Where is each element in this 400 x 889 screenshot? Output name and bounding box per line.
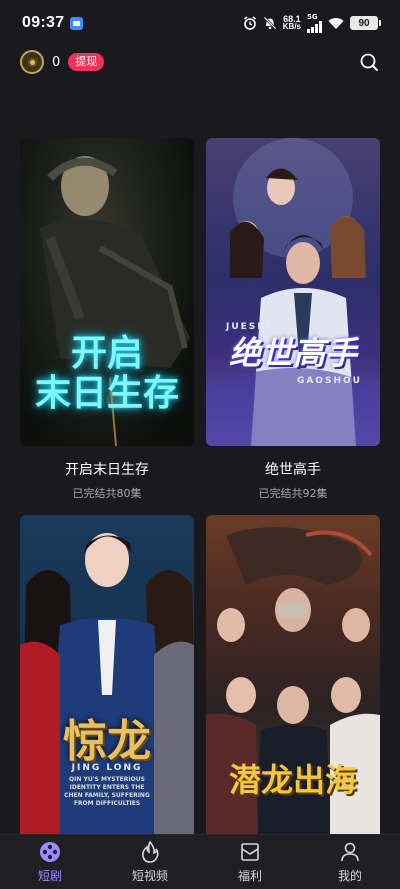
poster-tagline-line: FROM DIFFICULTIES: [73, 800, 141, 807]
nav-item-mine[interactable]: 我的: [300, 835, 400, 889]
nav-label: 我的: [337, 869, 362, 883]
nav-label: 短视频: [131, 869, 168, 883]
notification-app-icon: [70, 16, 84, 30]
poster-logo: 潜龙出海: [206, 755, 380, 801]
person-icon: [341, 842, 359, 862]
drama-title: 开启末日生存: [65, 462, 149, 478]
poster-tagline-line: QIN YU'S MYSTERIOUS: [69, 776, 145, 783]
nav-label: 短剧: [37, 869, 62, 883]
flame-icon: [142, 840, 159, 863]
signal-label: 5G: [307, 13, 318, 21]
drama-episodes: 已完结共92集: [258, 487, 328, 500]
search-icon: [360, 53, 378, 71]
mute-bell-icon: [263, 16, 277, 30]
search-button[interactable]: [358, 51, 380, 73]
poster-logo-char: 海: [325, 761, 358, 799]
status-time: 09:37: [22, 14, 65, 31]
drama-card[interactable]: 潜龙出海: [206, 515, 380, 835]
cellular-signal: 5G: [307, 13, 322, 33]
poster-logo-char: 出: [293, 761, 326, 799]
poster-tagline-line: CHEN FAMILY, SUFFERING: [64, 792, 150, 799]
nav-item-welfare[interactable]: 福利: [200, 835, 300, 889]
drama-card[interactable]: 惊龙 JING LONG QIN YU'S MYSTERIOUS IDENTIT…: [20, 515, 194, 835]
bottom-nav: 短剧 短视频 福利 我的: [0, 834, 400, 889]
drama-card[interactable]: JUESHI 绝世高手 GAOSHOU 绝世高手 已完结共92集: [206, 138, 380, 501]
drama-poster[interactable]: 潜龙出海: [206, 515, 380, 835]
nav-label: 福利: [237, 869, 262, 883]
poster-logo-char: 潜: [228, 761, 261, 799]
drama-poster[interactable]: 惊龙 JING LONG QIN YU'S MYSTERIOUS IDENTIT…: [20, 515, 194, 835]
nav-item-short-video[interactable]: 短视频: [100, 835, 200, 889]
drama-title: 绝世高手: [265, 462, 321, 478]
poster-logo-subtitle-top: JUESHI: [226, 322, 273, 332]
coin-count: 0: [52, 54, 61, 70]
withdraw-button[interactable]: 提现: [68, 53, 105, 71]
poster-tagline-line: IDENTITY ENTERS THE: [69, 784, 145, 791]
drama-poster[interactable]: JUESHI 绝世高手 GAOSHOU: [206, 138, 380, 446]
poster-logo-subtitle-bottom: GAOSHOU: [297, 376, 362, 386]
film-reel-icon: [40, 842, 60, 862]
coin-icon[interactable]: [20, 50, 44, 74]
poster-logo: 惊龙: [63, 716, 151, 767]
alarm-icon: [243, 16, 256, 30]
gift-box-icon: [241, 843, 259, 861]
poster-logo-line2: 末日生存: [34, 373, 179, 414]
poster-cast-image: [206, 138, 380, 446]
poster-tagline: QIN YU'S MYSTERIOUS IDENTITY ENTERS THE …: [20, 776, 194, 808]
status-indicators: 68.1 KB/s 5G 90: [243, 13, 381, 33]
network-speed-unit: KB/s: [282, 22, 301, 31]
battery-indicator: 90: [350, 16, 381, 30]
wifi-icon: [328, 17, 344, 29]
poster-logo: 绝世高手: [228, 334, 357, 372]
nav-item-short-drama[interactable]: 短剧: [0, 835, 100, 889]
status-bar: 09:37 68.1 KB/s 5G 90: [0, 0, 400, 46]
drama-poster[interactable]: 开启 末日生存: [20, 138, 194, 446]
network-speed: 68.1 KB/s: [283, 15, 301, 31]
poster-logo-english: JING LONG: [71, 763, 143, 773]
signal-bars-icon: [307, 21, 322, 33]
drama-card[interactable]: 开启 末日生存 开启末日生存 已完结共80集: [20, 138, 194, 501]
poster-logo: 开启 末日生存: [20, 334, 194, 414]
poster-logo-line1: 开启: [70, 333, 143, 374]
drama-episodes: 已完结共80集: [72, 487, 142, 500]
poster-logo-char: 龙: [260, 761, 293, 799]
top-bar: 0 提现: [0, 46, 400, 78]
